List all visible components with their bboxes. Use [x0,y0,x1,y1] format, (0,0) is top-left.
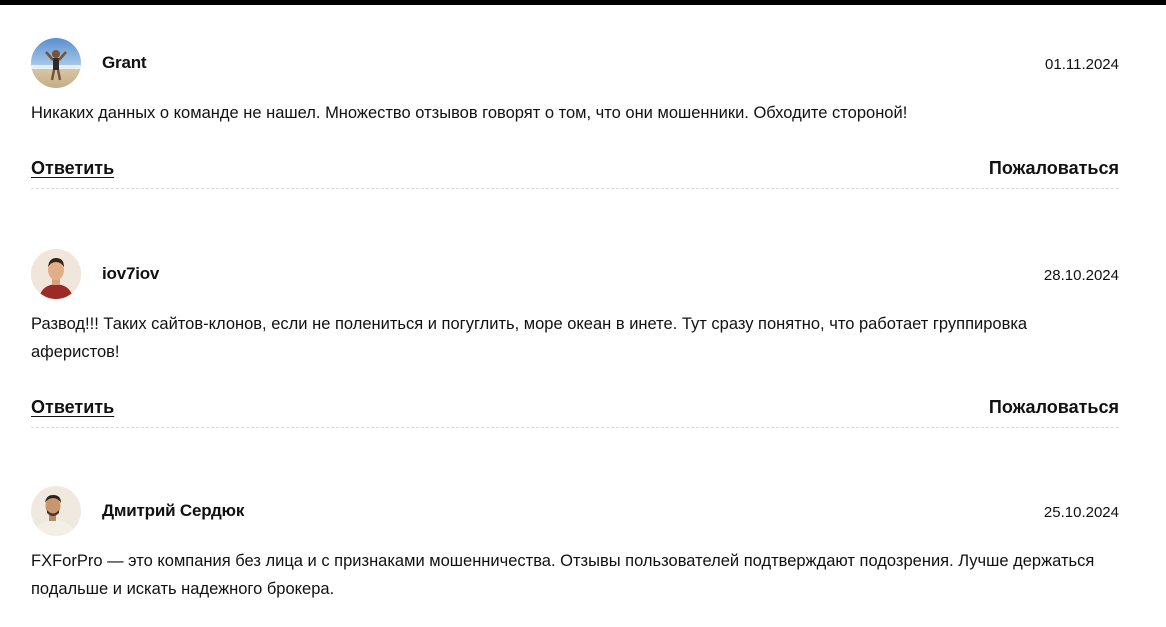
top-border [0,0,1166,5]
report-link[interactable]: Пожаловаться [989,397,1119,418]
comment-date: 01.11.2024 [1045,56,1119,73]
comment-author: Дмитрий Сердюк [102,501,245,520]
comment-header: iov7iov 28.10.2024 [31,249,1119,301]
comment-text: FXForPro — это компания без лица и с при… [31,552,1095,598]
user-avatar[interactable] [31,249,81,299]
user-avatar[interactable] [31,38,81,88]
comment-divider [31,188,1119,189]
comment-item: iov7iov 28.10.2024 Развод!!! Таких сайто… [31,249,1119,428]
comment-header: Дмитрий Сердюк 25.10.2024 [31,486,1119,538]
reply-link[interactable]: Ответить [31,158,114,179]
comment-date: 25.10.2024 [1043,504,1119,521]
comment-author: Grant [102,53,147,72]
report-link[interactable]: Пожаловаться [989,158,1119,179]
comment-actions: Ответить Пожаловаться [31,158,1119,188]
comment-author: iov7iov [102,264,160,283]
comment-header: Grant 01.11.2024 [31,38,1119,90]
comment-divider [31,427,1119,428]
reply-link[interactable]: Ответить [31,397,114,418]
comment-text: Никаких данных о команде не нашел. Множе… [31,104,908,122]
comment-date: 28.10.2024 [1043,267,1119,284]
comment-text: Развод!!! Таких сайтов-клонов, если не п… [31,315,1028,361]
comment-item: Grant 01.11.2024 Никаких данных о команд… [31,38,1119,189]
comment-actions: Ответить Пожаловаться [31,397,1119,427]
user-avatar[interactable] [31,486,81,536]
comment-item: Дмитрий Сердюк 25.10.2024 FXForPro — это… [31,486,1119,603]
